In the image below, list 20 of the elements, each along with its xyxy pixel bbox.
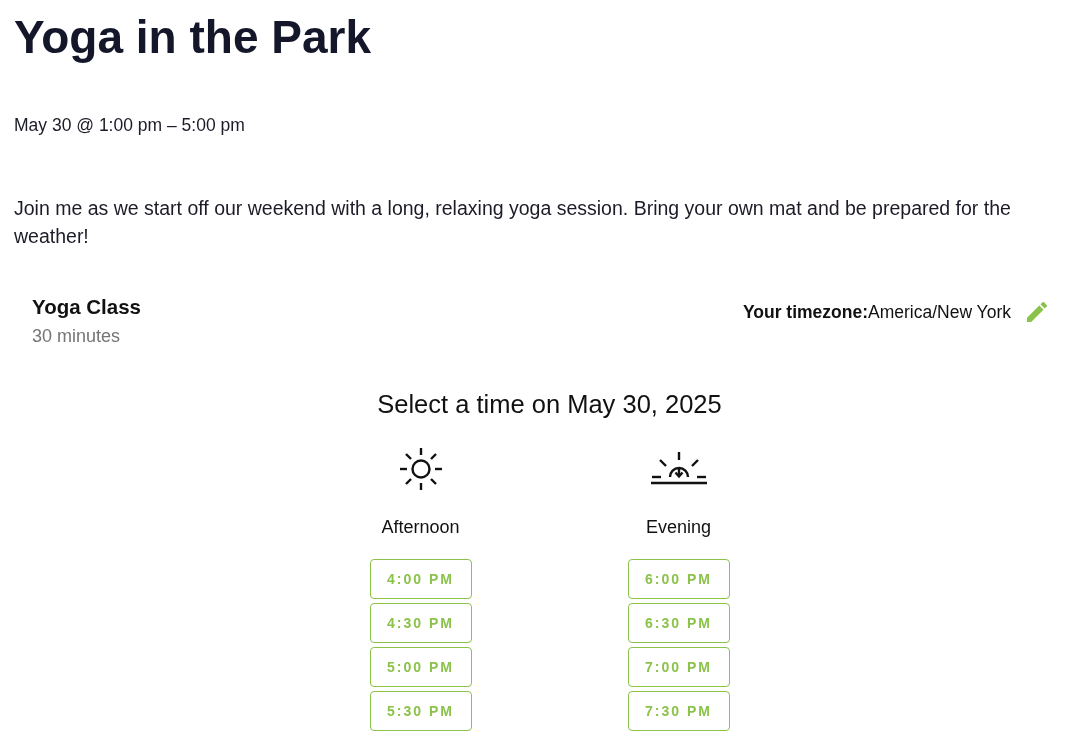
time-slot-button[interactable]: 6:30 PM (627, 603, 730, 643)
event-title: Yoga in the Park (14, 10, 372, 64)
time-slot-button[interactable]: 4:00 PM (369, 559, 472, 599)
time-slot-button[interactable]: 7:30 PM (627, 691, 730, 731)
time-slot-button[interactable]: 6:00 PM (627, 559, 730, 599)
service-duration: 30 minutes (32, 325, 121, 347)
time-slot-button[interactable]: 5:30 PM (369, 691, 472, 731)
time-slot-button[interactable]: 7:00 PM (627, 647, 730, 687)
time-slot-button[interactable]: 5:00 PM (369, 647, 472, 687)
time-slot-button[interactable]: 4:30 PM (369, 603, 472, 643)
select-time-heading: Select a time on May 30, 2025 (377, 389, 722, 419)
timezone-text: Your timezone:America/New York (742, 301, 1011, 323)
period-label: Afternoon (381, 516, 460, 538)
period-label: Evening (645, 516, 712, 538)
service-name: Yoga Class (32, 294, 141, 320)
pencil-icon[interactable] (1027, 302, 1047, 322)
event-description: Join me as we start off our weekend with a long, relaxing yoga session. Bring your own mat and be prepared for the weather! (14, 196, 1012, 249)
event-date-time: May 30 @ 1:00 pm – 5:00 pm (14, 114, 245, 137)
sun-icon (398, 447, 443, 491)
sunset-icon (650, 452, 707, 486)
